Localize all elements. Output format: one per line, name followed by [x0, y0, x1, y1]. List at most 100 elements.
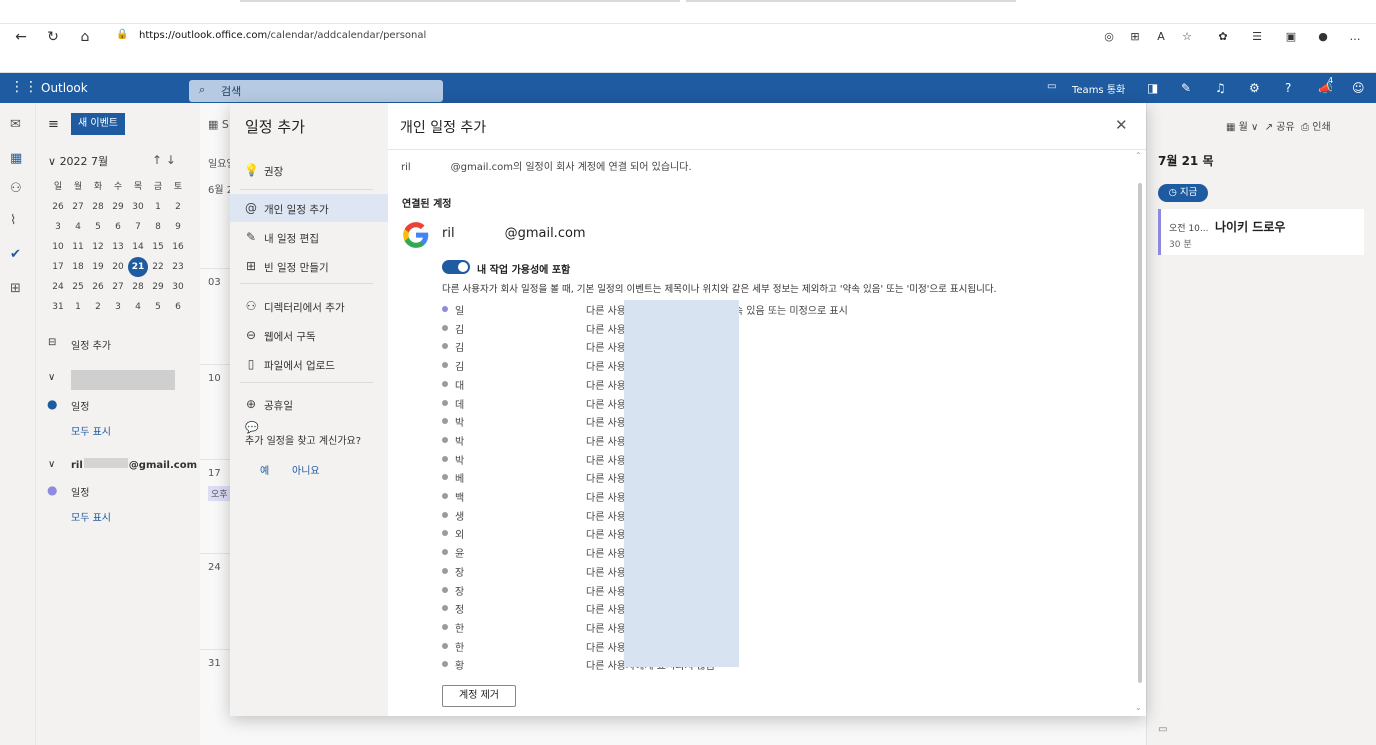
availability-toggle[interactable] — [442, 260, 470, 274]
people-icon[interactable]: ⚇ — [10, 181, 22, 196]
chevron-down-icon[interactable]: ∨ — [48, 459, 55, 470]
day-number[interactable]: 03 — [208, 277, 221, 288]
event-chip[interactable]: 오후 — [208, 486, 231, 501]
sidebar-item-file-upload[interactable]: ▯ 파일에서 업로드 — [230, 350, 388, 378]
mini-calendar-day[interactable]: 2 — [168, 197, 188, 217]
apps-grid-icon[interactable]: ⊞ — [10, 281, 21, 296]
mini-calendar-day[interactable]: 5 — [148, 297, 168, 317]
mini-calendar-day[interactable]: 29 — [148, 277, 168, 297]
mini-calendar-day[interactable]: 2 — [88, 297, 108, 317]
mini-calendar-day[interactable]: 21 — [128, 257, 148, 277]
mini-calendar-day[interactable]: 29 — [108, 197, 128, 217]
todo-icon[interactable]: ✎ — [1181, 81, 1191, 95]
refresh-icon[interactable]: ↻ — [44, 28, 62, 46]
mini-calendar-day[interactable]: 27 — [68, 197, 88, 217]
read-aloud-icon[interactable]: A — [1152, 28, 1170, 46]
day-number[interactable]: 31 — [208, 658, 221, 669]
mini-calendar-day[interactable]: 3 — [48, 217, 68, 237]
reader-icon[interactable]: ◎ — [1100, 28, 1118, 46]
mini-calendar-day[interactable]: 20 — [108, 257, 128, 277]
mini-calendar-day[interactable]: 23 — [168, 257, 188, 277]
show-all-link[interactable]: 모두 표시 — [71, 423, 111, 438]
more-icon[interactable]: … — [1346, 28, 1364, 46]
sidebar-item-lightbulb[interactable]: 💡 권장 — [230, 156, 388, 184]
mini-calendar-day[interactable]: 24 — [48, 277, 68, 297]
bell-icon[interactable]: ♫ — [1215, 81, 1226, 95]
account-group[interactable]: ril @gmail.com — [71, 458, 197, 471]
keyboard-icon[interactable]: ▭ — [1158, 724, 1167, 735]
mail-icon[interactable]: ✉ — [10, 117, 21, 132]
add-calendar-link[interactable]: 일정 추가 — [71, 337, 111, 352]
mini-calendar-day[interactable]: 14 — [128, 237, 148, 257]
favorite-icon[interactable]: ☆ — [1178, 28, 1196, 46]
address-bar[interactable]: 🔒 https://outlook.office.com/calendar/ad… — [104, 26, 1124, 48]
mini-calendar-month[interactable]: ∨ 2022 7월 — [48, 153, 108, 169]
down-arrow-icon[interactable]: ↓ — [166, 153, 176, 167]
office-icon[interactable]: ◨ — [1147, 81, 1158, 95]
mini-calendar-day[interactable]: 31 — [48, 297, 68, 317]
mini-calendar-day[interactable]: 10 — [48, 237, 68, 257]
now-button[interactable]: ◷ 지금 — [1158, 184, 1208, 202]
mini-calendar-day[interactable]: 13 — [108, 237, 128, 257]
account-icon[interactable]: ☺ — [1352, 81, 1365, 95]
event-card[interactable]: 오전 10... 나이키 드로우 30 분 — [1158, 209, 1364, 255]
sidebar-item-at[interactable]: @ 개인 일정 추가 — [230, 194, 388, 222]
print-button[interactable]: 인쇄 — [1312, 122, 1330, 133]
search-box[interactable]: ⌕ 검색 — [189, 80, 443, 102]
new-event-button[interactable]: 새 이벤트 — [71, 113, 125, 135]
print-icon[interactable]: ⎙ — [1301, 122, 1309, 133]
mini-calendar-day[interactable]: 27 — [108, 277, 128, 297]
mini-calendar-day[interactable]: 5 — [88, 217, 108, 237]
sidebar-item-directory[interactable]: ⚇ 디렉터리에서 추가 — [230, 292, 388, 320]
feedback-yes-link[interactable]: 예 — [260, 462, 269, 477]
mini-calendar-day[interactable]: 11 — [68, 237, 88, 257]
mini-calendar-day[interactable]: 22 — [148, 257, 168, 277]
mini-calendar-day[interactable]: 15 — [148, 237, 168, 257]
sidebar-item-globe[interactable]: ⊕ 공휴일 — [230, 390, 388, 418]
mini-calendar-day[interactable]: 30 — [168, 277, 188, 297]
app-title[interactable]: Outlook — [41, 81, 88, 95]
sidebar-item-blank-calendar[interactable]: ⊞ 빈 일정 만들기 — [230, 252, 388, 280]
show-all-link[interactable]: 모두 표시 — [71, 509, 111, 524]
share-icon[interactable]: ↗ — [1265, 122, 1273, 133]
day-number[interactable]: 24 — [208, 562, 221, 573]
day-number[interactable]: 17 — [208, 468, 221, 479]
mini-calendar-day[interactable]: 4 — [128, 297, 148, 317]
menu-icon[interactable]: ≡ — [48, 117, 59, 132]
mini-calendar-day[interactable]: 19 — [88, 257, 108, 277]
month-view-icon[interactable]: ▦ — [1226, 122, 1235, 133]
mini-calendar-day[interactable]: 12 — [88, 237, 108, 257]
calendar-toolbar[interactable]: ▦ S — [208, 118, 229, 131]
collections-icon[interactable]: ▣ — [1282, 28, 1300, 46]
mini-calendar-day[interactable]: 7 — [128, 217, 148, 237]
todo-check-icon[interactable]: ✔ — [10, 247, 21, 262]
close-icon[interactable]: ✕ — [1115, 116, 1128, 134]
mini-calendar-day[interactable]: 3 — [108, 297, 128, 317]
day-number[interactable]: 10 — [208, 373, 221, 384]
mini-calendar-day[interactable]: 1 — [148, 197, 168, 217]
extensions-icon[interactable]: ✿ — [1214, 28, 1232, 46]
profile-icon[interactable]: ● — [1314, 28, 1332, 46]
attach-icon[interactable]: ⌇ — [10, 213, 16, 228]
remove-account-button[interactable]: 계정 제거 — [442, 685, 516, 707]
up-arrow-icon[interactable]: ↑ — [152, 153, 162, 167]
calendar-name[interactable]: 일정 — [71, 484, 89, 499]
sidebar-item-edit-calendar[interactable]: ✎ 내 일정 편집 — [230, 223, 388, 251]
mini-calendar-day[interactable]: 16 — [168, 237, 188, 257]
scroll-up-icon[interactable]: ⌃ — [1135, 151, 1142, 160]
mini-calendar-day[interactable]: 17 — [48, 257, 68, 277]
gear-icon[interactable]: ⚙ — [1249, 81, 1260, 95]
add-calendar-icon[interactable]: ⊟ — [48, 337, 56, 348]
share-button[interactable]: 공유 — [1276, 122, 1294, 133]
mini-calendar-day[interactable]: 26 — [88, 277, 108, 297]
mini-calendar-day[interactable]: 9 — [168, 217, 188, 237]
scroll-down-icon[interactable]: ⌄ — [1135, 703, 1142, 712]
app-launcher-icon[interactable]: ⋮⋮ — [10, 79, 38, 95]
mini-calendar-day[interactable]: 1 — [68, 297, 88, 317]
teams-call-button[interactable]: Teams 통화 — [1072, 81, 1125, 96]
sidebar-item-web-subscribe[interactable]: ⊖ 웹에서 구독 — [230, 321, 388, 349]
checked-calendar-icon[interactable]: ● — [47, 397, 57, 411]
chevron-down-icon[interactable]: ∨ — [48, 372, 55, 383]
month-view-button[interactable]: 월 — [1239, 122, 1248, 133]
mini-calendar-day[interactable]: 30 — [128, 197, 148, 217]
